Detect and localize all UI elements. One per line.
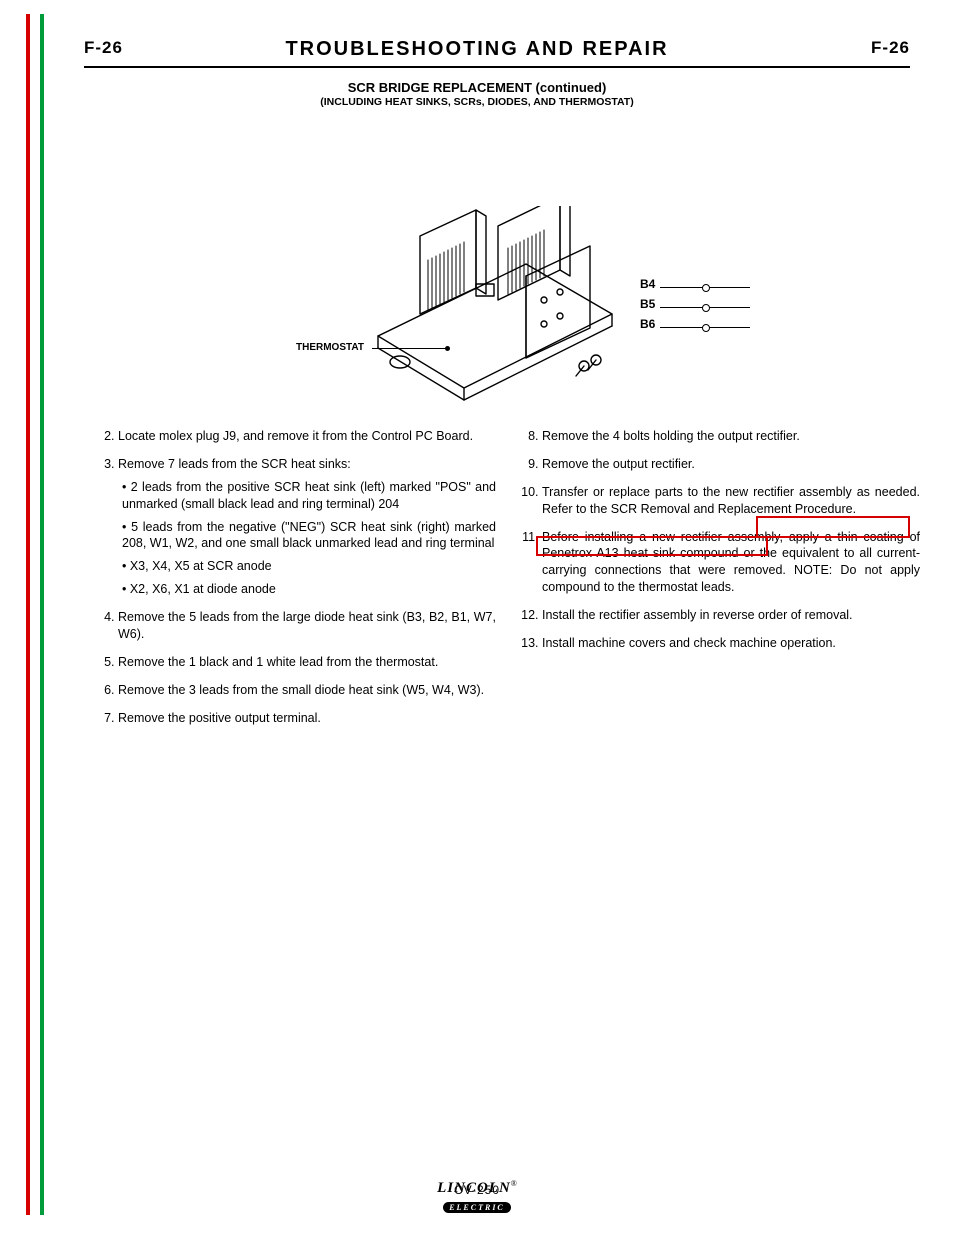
page-title: TROUBLESHOOTING AND REPAIR <box>0 38 954 61</box>
link-box[interactable] <box>536 536 768 556</box>
step-2: Locate molex plug J9, and remove it from… <box>118 428 496 445</box>
step-3a: • 2 leads from the positive SCR heat sin… <box>122 479 496 513</box>
step-4: Remove the 5 leads from the large diode … <box>118 609 496 643</box>
step-3c: • X3, X4, X5 at SCR anode <box>122 558 496 575</box>
figure-title: SCR BRIDGE REPLACEMENT (continued) <box>0 80 954 95</box>
rectifier-diagram <box>376 206 616 406</box>
step-13: Install machine covers and check machine… <box>542 635 920 652</box>
step-8: Remove the 4 bolts holding the output re… <box>542 428 920 445</box>
figure-subtitle: (INCLUDING HEAT SINKS, SCRs, DIODES, AND… <box>0 96 954 108</box>
lincoln-electric-logo: LINCOLN® ELECTRIC <box>0 1179 954 1215</box>
link-box[interactable] <box>756 516 910 538</box>
step-9: Remove the output rectifier. <box>542 456 920 473</box>
lead-b4: B4 <box>640 274 655 294</box>
lead-line-icon <box>660 327 750 328</box>
page-number-right: F-26 <box>871 38 910 58</box>
step-12: Install the rectifier assembly in revers… <box>542 607 920 624</box>
step-3d: • X2, X6, X1 at diode anode <box>122 581 496 598</box>
step-10: Transfer or replace parts to the new rec… <box>542 484 920 518</box>
step-6: Remove the 3 leads from the small diode … <box>118 682 496 699</box>
procedure-column-left: Locate molex plug J9, and remove it from… <box>96 428 496 737</box>
lead-line-icon <box>660 307 750 308</box>
step-3: Remove 7 leads from the SCR heat sinks: … <box>118 456 496 598</box>
thermostat-label: THERMOSTAT <box>296 342 364 353</box>
lead-labels: B4 B5 B6 <box>640 274 655 334</box>
lead-b6: B6 <box>640 314 655 334</box>
step-5: Remove the 1 black and 1 white lead from… <box>118 654 496 671</box>
step-3b: • 5 leads from the negative ("NEG") SCR … <box>122 519 496 553</box>
lead-b5: B5 <box>640 294 655 314</box>
step-7: Remove the positive output terminal. <box>118 710 496 727</box>
lead-line-icon <box>660 287 750 288</box>
thermostat-callout-line <box>372 348 448 349</box>
